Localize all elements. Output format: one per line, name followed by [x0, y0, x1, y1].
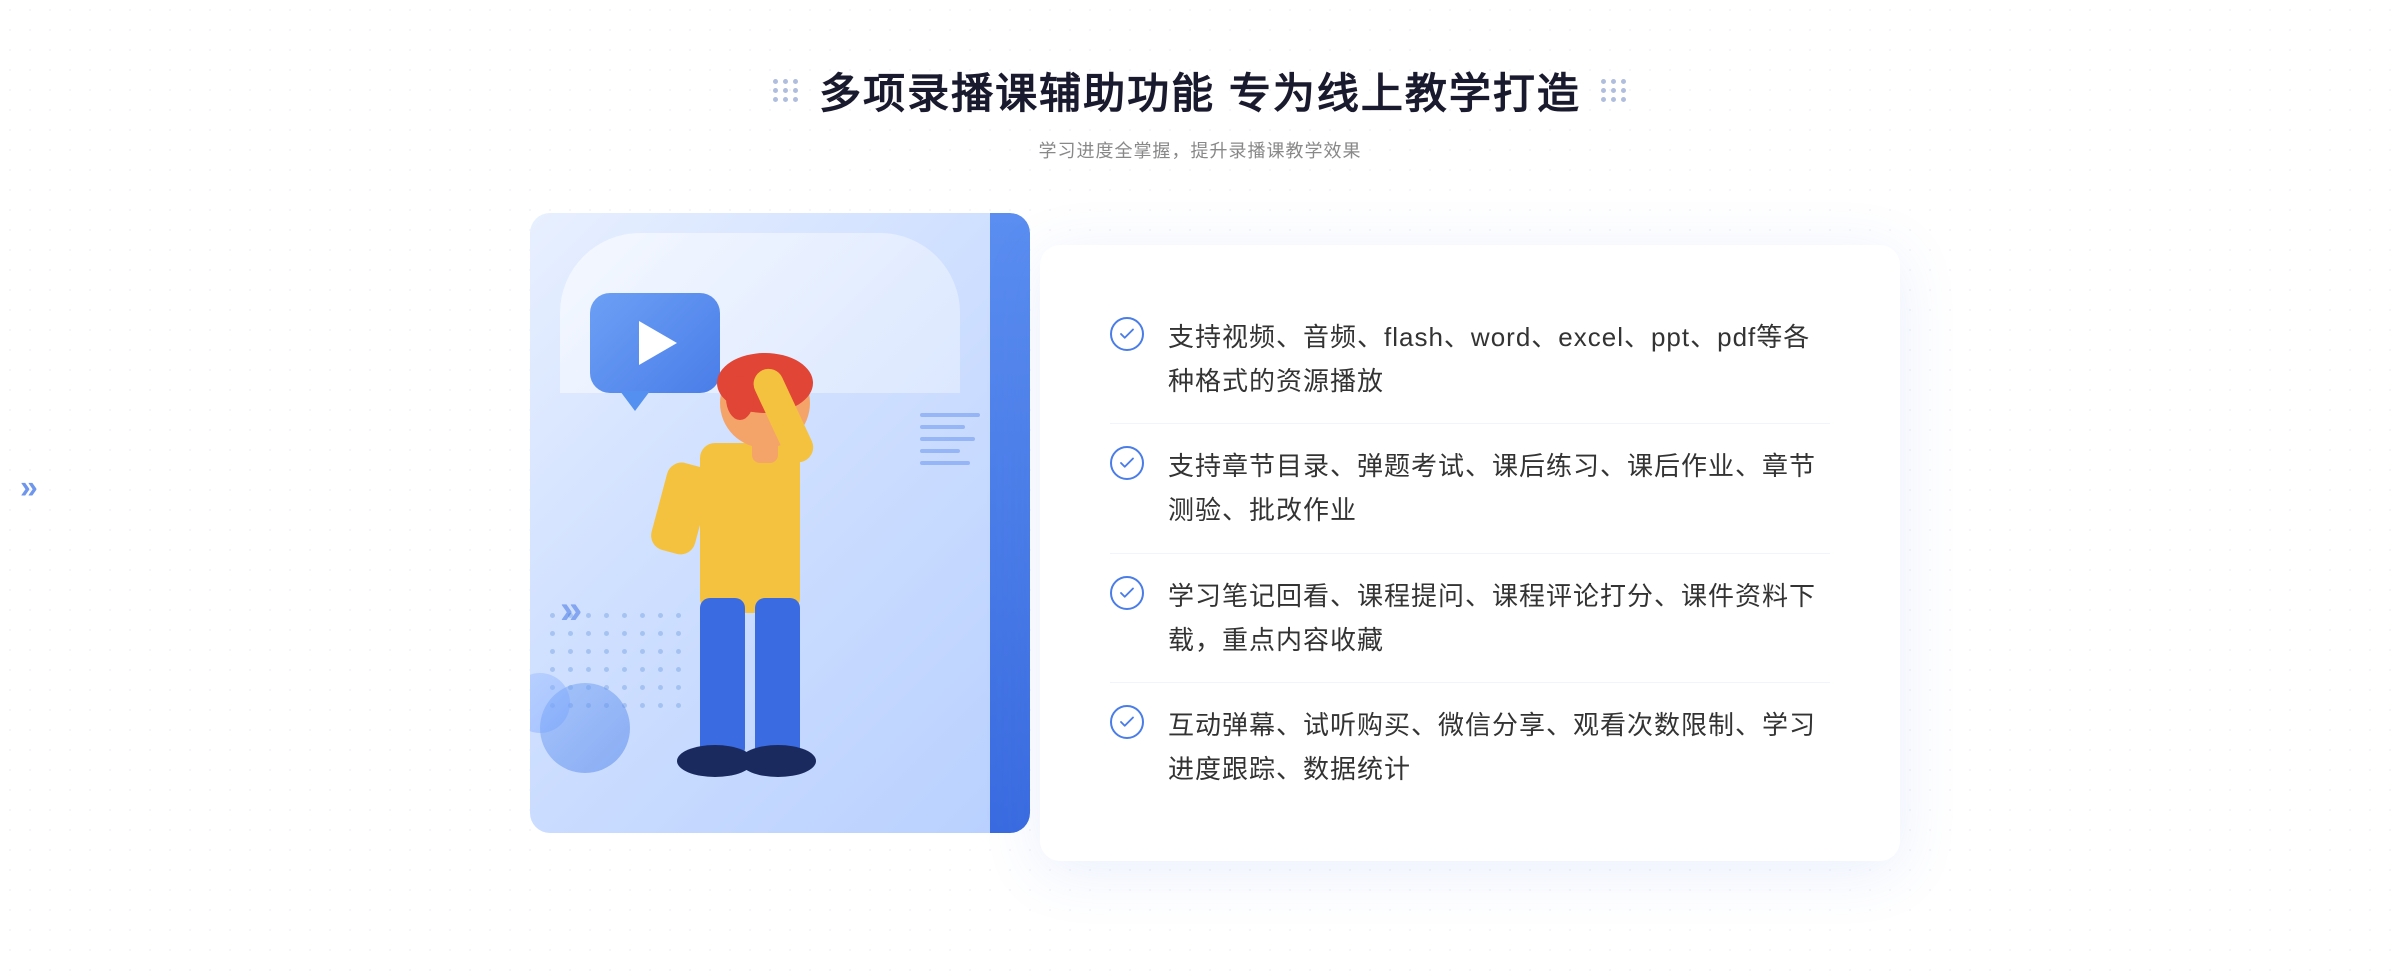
illustration-background: »	[530, 213, 1030, 833]
decoration-dots-left	[773, 79, 799, 102]
person-illustration	[580, 303, 900, 833]
check-icon-2	[1110, 446, 1144, 480]
feature-text-3: 学习笔记回看、课程提问、课程评论打分、课件资料下载，重点内容收藏	[1168, 574, 1830, 662]
page-header: 多项录播课辅助功能 专为线上教学打造 学习进度全掌握，提升录播课教学效果	[773, 60, 1627, 163]
check-icon-3	[1110, 576, 1144, 610]
page-subtitle: 学习进度全掌握，提升录播课教学效果	[773, 137, 1627, 163]
feature-item-2: 支持章节目录、弹题考试、课后练习、课后作业、章节测验、批改作业	[1110, 424, 1830, 553]
feature-text-1: 支持视频、音频、flash、word、excel、ppt、pdf等各种格式的资源…	[1168, 315, 1830, 403]
lines-decoration	[920, 413, 980, 465]
chevron-decoration: »	[560, 588, 582, 633]
nav-arrow-icon: »	[20, 469, 38, 506]
decoration-dots-right	[1601, 79, 1627, 102]
illustration-wrapper: »	[500, 213, 1060, 893]
feature-item-3: 学习笔记回看、课程提问、课程评论打分、课件资料下载，重点内容收藏	[1110, 554, 1830, 683]
check-icon-4	[1110, 705, 1144, 739]
feature-text-4: 互动弹幕、试听购买、微信分享、观看次数限制、学习进度跟踪、数据统计	[1168, 703, 1830, 791]
feature-item-4: 互动弹幕、试听购买、微信分享、观看次数限制、学习进度跟踪、数据统计	[1110, 683, 1830, 811]
check-icon-1	[1110, 317, 1144, 351]
page-title: 多项录播课辅助功能 专为线上教学打造	[819, 60, 1581, 121]
left-navigation: »	[20, 469, 38, 506]
feature-item-1: 支持视频、音频、flash、word、excel、ppt、pdf等各种格式的资源…	[1110, 295, 1830, 424]
title-row: 多项录播课辅助功能 专为线上教学打造	[773, 60, 1627, 121]
content-area: »	[500, 213, 1900, 893]
feature-text-2: 支持章节目录、弹题考试、课后练习、课后作业、章节测验、批改作业	[1168, 444, 1830, 532]
features-card: 支持视频、音频、flash、word、excel、ppt、pdf等各种格式的资源…	[1040, 245, 1900, 862]
